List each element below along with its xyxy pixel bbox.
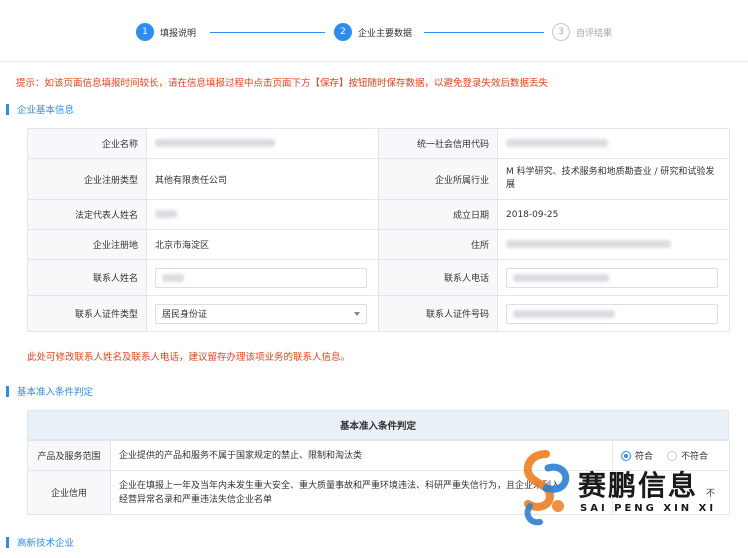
established-value: 2018-09-25 (497, 199, 730, 230)
contact-name-cell (146, 259, 379, 296)
reg-type-label: 企业注册类型 (27, 158, 147, 200)
contact-phone-label: 联系人电话 (378, 259, 498, 296)
section-basic-info-title: 企业基本信息 (17, 105, 75, 116)
contact-id-type-label: 联系人证件类型 (27, 295, 147, 332)
industry-label: 企业所属行业 (378, 158, 498, 200)
product-scope-label: 产品及服务范围 (27, 440, 111, 471)
progress-stepper: 1 填报说明 2 企业主要数据 3 自评结果 (0, 0, 748, 62)
reg-type-value: 其他有限责任公司 (146, 158, 379, 200)
credit-code-value (497, 128, 730, 159)
logo-mark-icon (523, 450, 570, 526)
contact-name-input[interactable] (155, 267, 367, 288)
section-admission-title: 基本准入条件判定 (17, 387, 94, 398)
step-3[interactable]: 3 自评结果 (552, 23, 612, 41)
step-3-label: 自评结果 (576, 28, 613, 39)
step-1[interactable]: 1 填报说明 (136, 23, 196, 41)
address-label: 住所 (378, 229, 498, 260)
contact-hint: 此处可修改联系人姓名及联系人电话，建议留存办理该项业务的联系人信息。 (27, 352, 351, 363)
section-hightech-title: 高新技术企业 (17, 538, 75, 549)
stepper-divider (0, 61, 748, 62)
step-1-number: 1 (136, 23, 154, 41)
watermark-en-text: SAI PENG XIN XI (580, 503, 717, 514)
section-marker (6, 536, 9, 548)
step-3-number: 3 (552, 23, 570, 41)
contact-phone-cell (497, 259, 730, 296)
contact-id-no-cell (497, 295, 730, 332)
watermark-logo: 赛鹏信息 SAI PENG XIN XI (510, 446, 746, 530)
section-marker (6, 385, 9, 397)
reg-place-label: 企业注册地 (27, 229, 147, 260)
step-connector-2 (424, 32, 544, 33)
contact-id-type-value: 居民身份证 (162, 310, 208, 320)
reg-place-value: 北京市海淀区 (146, 229, 379, 260)
contact-id-type-cell: 居民身份证 (146, 295, 379, 332)
industry-value: M 科学研究、技术服务和地质勘查业 / 研究和试验发展 (497, 158, 730, 200)
contact-name-label: 联系人姓名 (27, 259, 147, 296)
chevron-down-icon (354, 311, 360, 316)
contact-id-type-select[interactable]: 居民身份证 (155, 303, 367, 324)
step-2-label: 企业主要数据 (358, 28, 413, 39)
section-hightech: 高新技术企业 (6, 535, 74, 549)
step-2[interactable]: 2 企业主要数据 (334, 23, 412, 41)
contact-id-no-input[interactable] (506, 303, 718, 324)
step-connector-1 (210, 32, 325, 33)
company-name-label: 企业名称 (27, 128, 147, 159)
basic-info-table: 企业名称 统一社会信用代码 企业注册类型 其他有限责任公司 企业所属行业 M 科… (27, 128, 730, 332)
contact-id-no-label: 联系人证件号码 (378, 295, 498, 332)
address-value (497, 229, 730, 260)
admission-table-header: 基本准入条件判定 (27, 410, 729, 440)
contact-phone-input[interactable] (506, 267, 718, 288)
watermark-cn-text: 赛鹏信息 (578, 469, 699, 502)
step-2-number: 2 (334, 23, 352, 41)
credit-label: 企业信用 (27, 470, 111, 515)
credit-code-label: 统一社会信用代码 (378, 128, 498, 159)
section-admission: 基本准入条件判定 (6, 384, 93, 398)
step-1-label: 填报说明 (160, 28, 197, 39)
legal-rep-label: 法定代表人姓名 (27, 199, 147, 230)
established-label: 成立日期 (378, 199, 498, 230)
save-notice: 提示：如该页面信息填报时间较长，请在信息填报过程中点击页面下方【保存】按钮随时保… (16, 78, 549, 89)
legal-rep-value (146, 199, 379, 230)
section-basic-info: 企业基本信息 (6, 102, 74, 116)
section-marker (6, 103, 9, 115)
company-name-value (146, 128, 379, 159)
